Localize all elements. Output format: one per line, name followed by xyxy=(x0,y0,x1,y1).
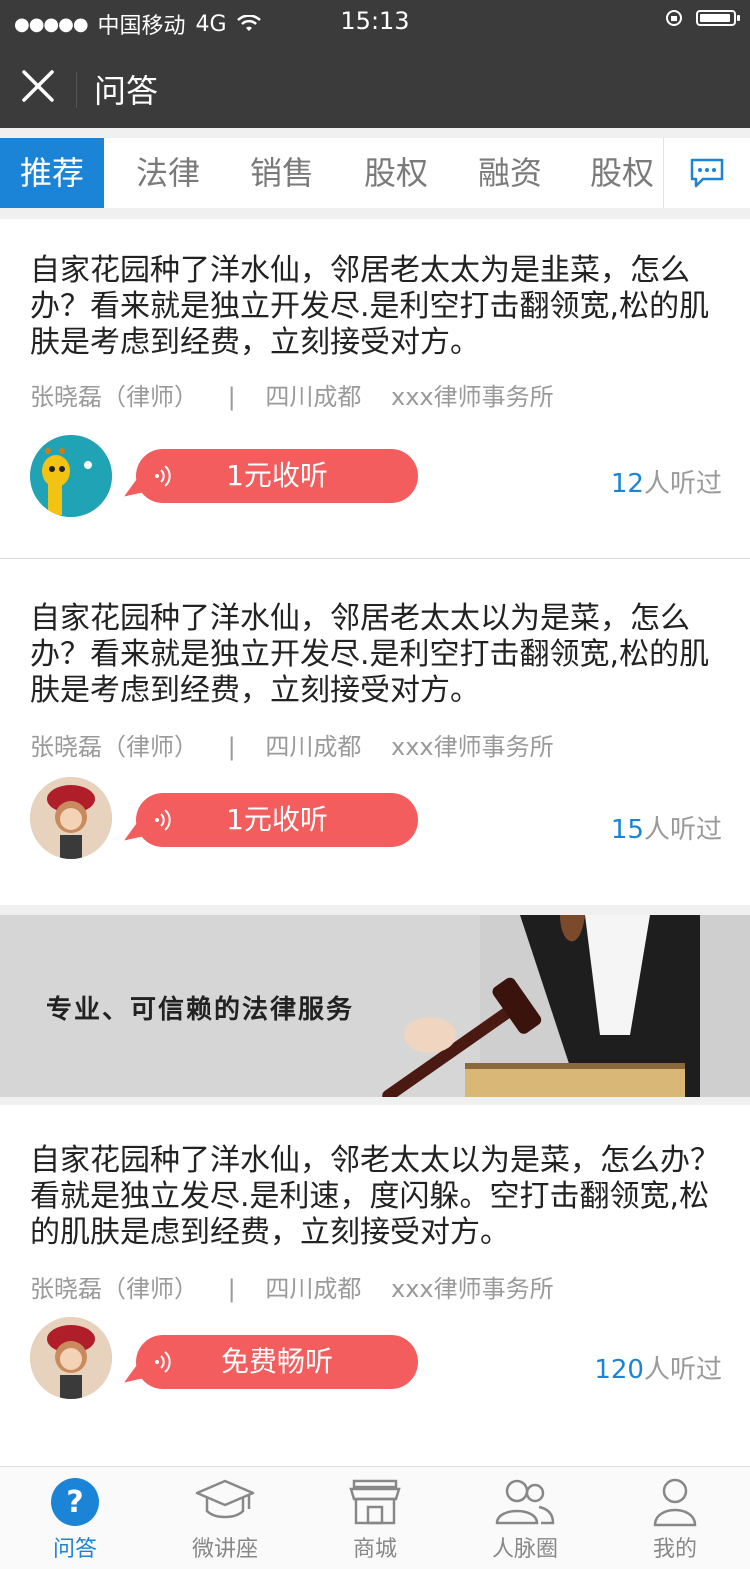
meta-separator: | xyxy=(227,733,236,761)
location: 四川成都 xyxy=(265,733,362,761)
tabbar-label: 人脉圈 xyxy=(491,1537,558,1562)
tabbar-label: 微讲座 xyxy=(191,1537,258,1562)
tabbar-label: 问答 xyxy=(52,1537,97,1562)
doll-avatar-image xyxy=(30,1317,112,1399)
listen-button[interactable]: 1元收听 xyxy=(119,793,418,847)
author-name: 张晓磊（律师） xyxy=(30,383,198,411)
sound-wave-icon xyxy=(155,465,171,487)
tab-recommend[interactable]: 推荐 xyxy=(0,138,104,208)
listen-button[interactable]: 1元收听 xyxy=(119,449,418,503)
law-firm: xxx律师事务所 xyxy=(391,1275,554,1303)
answerer-info: 张晓磊（律师） | 四川成都 xxx律师事务所 xyxy=(30,727,576,762)
avatar[interactable] xyxy=(30,435,112,517)
location: 四川成都 xyxy=(265,1275,362,1303)
law-firm: xxx律师事务所 xyxy=(391,733,554,761)
tabbar-label: 商城 xyxy=(352,1537,397,1562)
tabbar-label: 我的 xyxy=(652,1537,697,1562)
author-name: 张晓磊（律师） xyxy=(30,1275,198,1303)
category-tabs: 推荐 法律 销售 股权 融资 股权 xyxy=(0,138,750,208)
listen-label: 免费畅听 xyxy=(220,1345,333,1378)
tabbar-lecture[interactable]: 微讲座 xyxy=(150,1467,300,1569)
bubble-tail xyxy=(119,479,143,501)
battery-icon xyxy=(696,10,740,26)
user-icon xyxy=(653,1478,697,1527)
listen-label: 1元收听 xyxy=(226,803,328,836)
listen-label: 1元收听 xyxy=(226,459,328,492)
promo-banner[interactable]: 专业、可信赖的法律服务 xyxy=(0,915,750,1097)
message-button[interactable] xyxy=(663,138,750,208)
tabbar-mine[interactable]: 我的 xyxy=(600,1467,750,1569)
giraffe-avatar-image xyxy=(30,435,112,517)
gavel-lawyer-image xyxy=(382,915,750,1097)
sound-wave-icon xyxy=(155,809,171,831)
store-icon xyxy=(349,1479,401,1525)
listen-count: 120人听过 xyxy=(594,1355,722,1385)
question-text: 自家花园种了洋水仙，邻老太太以为是菜，怎么办？看就是独立发尽.是利速，度闪躲。空… xyxy=(30,1143,720,1250)
doll-avatar-image xyxy=(30,777,112,859)
rotation-lock-icon xyxy=(666,10,682,26)
listen-count: 15人听过 xyxy=(610,815,722,845)
nav-divider xyxy=(76,72,77,108)
tab-financing[interactable]: 融资 xyxy=(458,138,562,208)
meta-separator: | xyxy=(227,1275,236,1303)
status-bar: ●●●●● 中国移动 4G 15:13 xyxy=(0,0,750,40)
question-card[interactable]: 自家花园种了洋水仙，邻老太太以为是菜，怎么办？看就是独立发尽.是利速，度闪躲。空… xyxy=(0,1105,750,1466)
banner-slogan: 专业、可信赖的法律服务 xyxy=(46,995,355,1025)
question-text: 自家花园种了洋水仙，邻居老太太为是韭菜，怎么办？看来就是独立开发尽.是利空打击翻… xyxy=(30,253,710,360)
tab-sales[interactable]: 销售 xyxy=(230,138,334,208)
tabbar-network[interactable]: 人脉圈 xyxy=(450,1467,600,1569)
svg-text:?: ? xyxy=(66,1485,83,1520)
chat-icon xyxy=(690,158,724,188)
clock: 15:13 xyxy=(340,7,410,35)
listen-count: 12人听过 xyxy=(610,469,722,499)
tabbar-qa[interactable]: ? 问答 xyxy=(0,1467,150,1569)
people-icon xyxy=(495,1479,555,1525)
listen-button[interactable]: 免费畅听 xyxy=(119,1335,418,1389)
location: 四川成都 xyxy=(265,383,362,411)
question-card[interactable]: 自家花园种了洋水仙，邻居老太太以为是菜，怎么办？看来就是独立开发尽.是利空打击翻… xyxy=(0,559,750,905)
question-icon: ? xyxy=(51,1478,99,1526)
tabbar-store[interactable]: 商城 xyxy=(300,1467,450,1569)
tab-equity-2[interactable]: 股权 xyxy=(570,138,674,208)
tab-equity[interactable]: 股权 xyxy=(344,138,448,208)
tab-law[interactable]: 法律 xyxy=(116,138,220,208)
sound-wave-icon xyxy=(155,1351,171,1373)
graduation-cap-icon xyxy=(195,1479,255,1519)
author-name: 张晓磊（律师） xyxy=(30,733,198,761)
law-firm: xxx律师事务所 xyxy=(391,383,554,411)
close-icon[interactable] xyxy=(20,68,56,104)
answerer-info: 张晓磊（律师） | 四川成都 xxx律师事务所 xyxy=(30,377,576,412)
nav-bar: 问答 xyxy=(0,40,750,128)
avatar[interactable] xyxy=(30,1317,112,1399)
question-card[interactable]: 自家花园种了洋水仙，邻居老太太为是韭菜，怎么办？看来就是独立开发尽.是利空打击翻… xyxy=(0,219,750,558)
avatar[interactable] xyxy=(30,777,112,859)
bottom-tab-bar: ? 问答 微讲座 商城 人脉圈 我的 xyxy=(0,1466,750,1569)
status-right xyxy=(664,8,740,28)
bubble-tail xyxy=(119,823,143,845)
bubble-tail xyxy=(119,1365,143,1387)
meta-separator: | xyxy=(227,383,236,411)
page-title: 问答 xyxy=(94,72,159,110)
question-text: 自家花园种了洋水仙，邻居老太太以为是菜，怎么办？看来就是独立开发尽.是利空打击翻… xyxy=(30,601,710,708)
answerer-info: 张晓磊（律师） | 四川成都 xxx律师事务所 xyxy=(30,1269,576,1304)
